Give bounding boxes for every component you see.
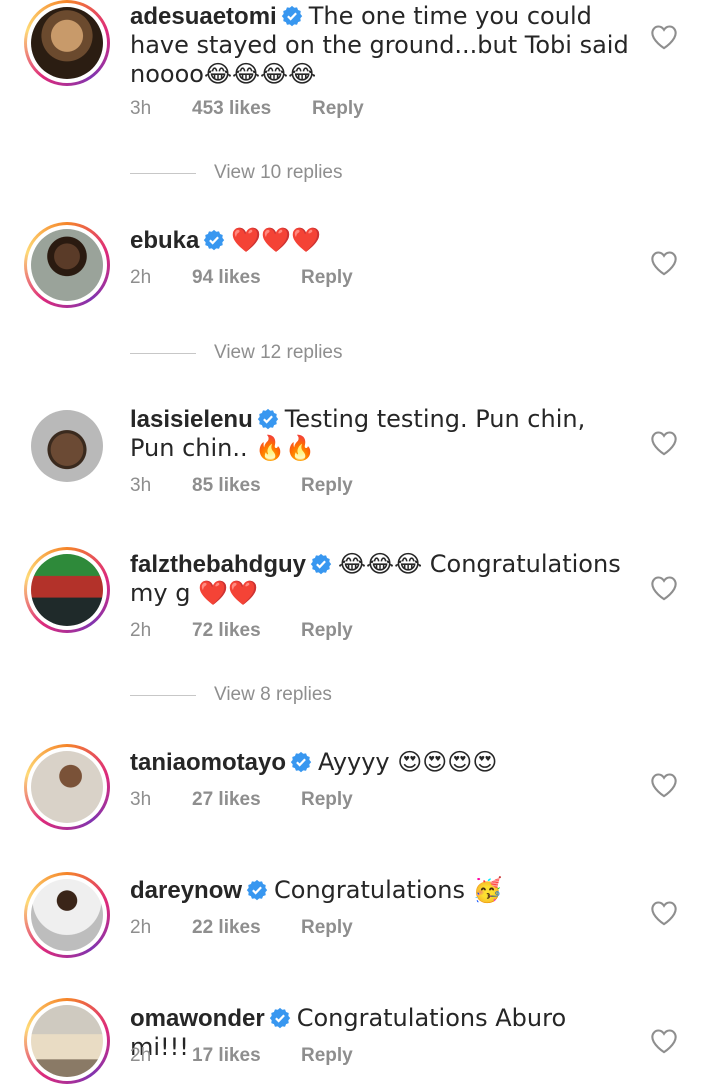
reply-button[interactable]: Reply xyxy=(312,98,364,120)
likes-count[interactable]: 94 likes xyxy=(192,267,301,289)
verified-badge-icon xyxy=(310,553,332,575)
comment-text-block: lasisielenu Testing testing. Pun chin, Pu… xyxy=(130,405,630,463)
view-replies-label[interactable]: View 8 replies xyxy=(214,684,332,706)
comment-meta: 2h 72 likes Reply xyxy=(130,620,353,642)
likes-count[interactable]: 27 likes xyxy=(192,789,301,811)
timestamp: 3h xyxy=(130,98,152,119)
timestamp: 2h xyxy=(130,267,152,288)
avatar[interactable] xyxy=(24,744,110,830)
comment-text-block: dareynow Congratulations 🥳 xyxy=(130,876,630,905)
divider xyxy=(130,172,196,174)
likes-count[interactable]: 17 likes xyxy=(192,1045,301,1067)
avatar[interactable] xyxy=(24,998,110,1084)
username[interactable]: lasisielenu xyxy=(130,406,253,433)
timestamp: 2h xyxy=(130,1045,152,1066)
reply-button[interactable]: Reply xyxy=(301,475,353,497)
avatar[interactable] xyxy=(24,0,110,86)
reply-button[interactable]: Reply xyxy=(301,620,353,642)
heart-outline-icon[interactable] xyxy=(650,1028,678,1054)
reply-button[interactable]: Reply xyxy=(301,267,353,289)
heart-outline-icon[interactable] xyxy=(650,900,678,926)
username[interactable]: omawonder xyxy=(130,1005,265,1032)
avatar[interactable] xyxy=(24,222,110,308)
comment-text-block: adesuaetomi The one time you could have s… xyxy=(130,2,630,89)
likes-count[interactable]: 72 likes xyxy=(192,620,301,642)
avatar[interactable] xyxy=(24,403,110,489)
avatar[interactable] xyxy=(24,872,110,958)
verified-badge-icon xyxy=(290,751,312,773)
comment-meta: 2h 22 likes Reply xyxy=(130,917,353,939)
likes-count[interactable]: 453 likes xyxy=(192,98,312,120)
verified-badge-icon xyxy=(204,229,225,251)
timestamp: 3h xyxy=(130,789,152,810)
verified-badge-icon xyxy=(269,1007,290,1029)
reply-button[interactable]: Reply xyxy=(301,789,353,811)
comment-body: Congratulations 🥳 xyxy=(274,876,503,904)
comment-text-block: ebuka ❤️❤️❤️ xyxy=(130,226,630,255)
comment-body: Ayyyy 😍😍😍😍 xyxy=(318,748,498,776)
heart-outline-icon[interactable] xyxy=(650,772,678,798)
comment-meta: 3h 453 likes Reply xyxy=(130,98,364,120)
heart-outline-icon[interactable] xyxy=(650,430,678,456)
comment-meta: 3h 85 likes Reply xyxy=(130,475,353,497)
reply-button[interactable]: Reply xyxy=(301,917,353,939)
comment-text-block: taniaomotayo Ayyyy 😍😍😍😍 xyxy=(130,748,630,777)
username[interactable]: taniaomotayo xyxy=(130,749,286,776)
likes-count[interactable]: 22 likes xyxy=(192,917,301,939)
comment-text-block: falzthebahdguy 😂😂😂 Congratulations my g ❤… xyxy=(130,550,630,608)
view-replies-button[interactable]: View 12 replies xyxy=(130,342,343,364)
verified-badge-icon xyxy=(257,408,278,430)
comment-meta: 2h 94 likes Reply xyxy=(130,267,353,289)
timestamp: 2h xyxy=(130,917,152,938)
view-replies-label[interactable]: View 12 replies xyxy=(214,342,343,364)
verified-badge-icon xyxy=(246,879,268,901)
timestamp: 3h xyxy=(130,475,152,496)
likes-count[interactable]: 85 likes xyxy=(192,475,301,497)
view-replies-button[interactable]: View 8 replies xyxy=(130,684,332,706)
view-replies-button[interactable]: View 10 replies xyxy=(130,162,343,184)
heart-outline-icon[interactable] xyxy=(650,575,678,601)
username[interactable]: falzthebahdguy xyxy=(130,551,306,578)
comment-meta: 2h 17 likes Reply xyxy=(130,1045,353,1067)
username[interactable]: adesuaetomi xyxy=(130,3,277,30)
comment-body: ❤️❤️❤️ xyxy=(231,226,322,254)
username[interactable]: dareynow xyxy=(130,877,242,904)
heart-outline-icon[interactable] xyxy=(650,24,678,50)
comment-meta: 3h 27 likes Reply xyxy=(130,789,353,811)
timestamp: 2h xyxy=(130,620,152,641)
heart-outline-icon[interactable] xyxy=(650,250,678,276)
divider xyxy=(130,352,196,354)
verified-badge-icon xyxy=(281,5,302,27)
avatar[interactable] xyxy=(24,547,110,633)
username[interactable]: ebuka xyxy=(130,227,199,254)
view-replies-label[interactable]: View 10 replies xyxy=(214,162,343,184)
divider xyxy=(130,694,196,696)
reply-button[interactable]: Reply xyxy=(301,1045,353,1067)
